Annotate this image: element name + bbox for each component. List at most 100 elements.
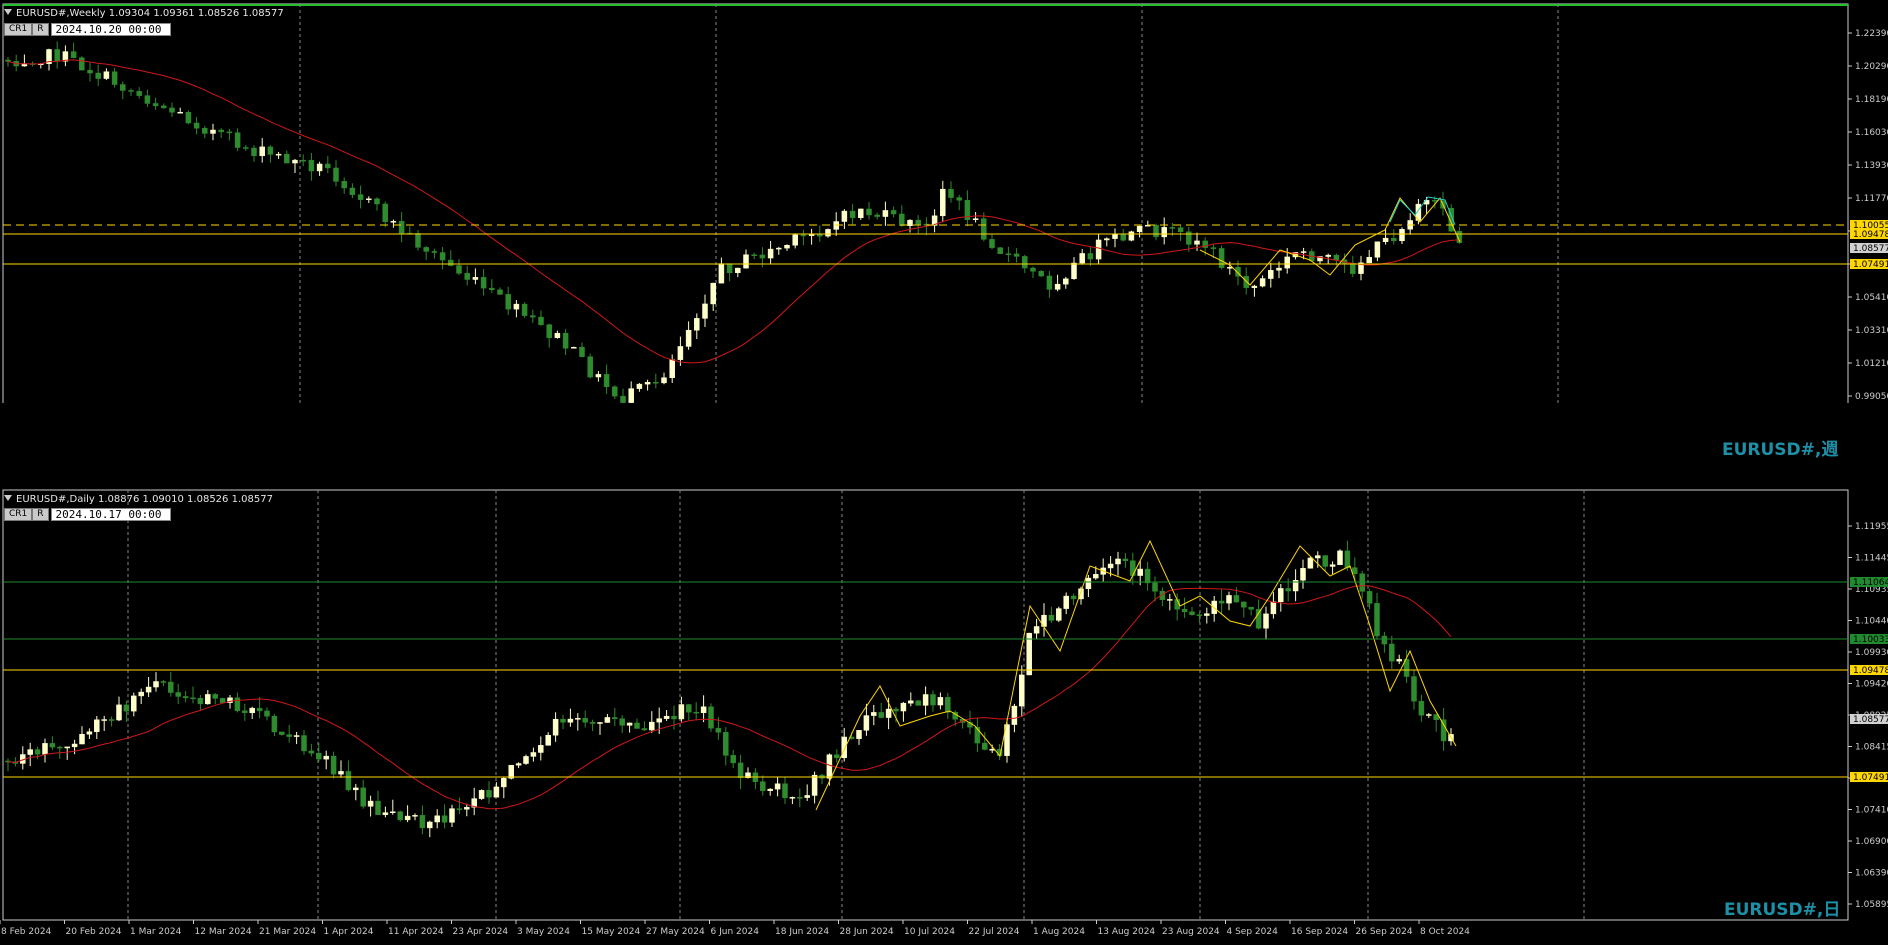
- candle-body: [108, 719, 115, 721]
- candle-body: [71, 743, 78, 748]
- candle-body: [552, 718, 559, 736]
- date-label: 13 Aug 2024: [1098, 927, 1156, 937]
- candle-body: [915, 700, 921, 706]
- daily-date-input[interactable]: 2024.10.17 00:00: [50, 508, 171, 521]
- candle-body: [218, 129, 224, 133]
- candle-body: [686, 704, 692, 713]
- candle-body: [497, 289, 503, 295]
- candle-body: [634, 722, 640, 729]
- candle-body: [382, 812, 389, 815]
- candle-body: [1325, 254, 1331, 257]
- candle-body: [111, 71, 118, 85]
- candle-body: [57, 746, 63, 749]
- candle-body: [641, 728, 648, 731]
- candle-body: [858, 208, 864, 218]
- candle-body: [144, 95, 151, 104]
- candle-body: [554, 332, 561, 339]
- candle-body: [325, 163, 331, 169]
- price-label: 1.01210: [1855, 359, 1888, 369]
- weekly-date-input[interactable]: 2024.10.20 00:00: [50, 23, 171, 36]
- candle-body: [508, 764, 514, 779]
- cr1-button[interactable]: CR1: [4, 23, 33, 36]
- candle-body: [123, 704, 130, 712]
- candle-body: [284, 153, 290, 164]
- candle-body: [893, 708, 899, 712]
- candle-body: [849, 210, 856, 218]
- candle-body: [694, 318, 700, 331]
- candle-body: [360, 787, 366, 807]
- candle-body: [448, 259, 454, 266]
- r-button[interactable]: R: [32, 508, 49, 521]
- candle-body: [1248, 606, 1254, 610]
- candle-body: [404, 815, 411, 821]
- candle-body: [120, 84, 126, 91]
- candle-body: [357, 194, 364, 200]
- candle-body: [1210, 247, 1217, 249]
- candle-body: [915, 219, 921, 225]
- daily-chart-canvas[interactable]: 1.119551.114451.109351.104401.099301.094…: [0, 486, 1888, 945]
- daily-chart-panel[interactable]: 1.119551.114451.109351.104401.099301.094…: [0, 486, 1888, 945]
- candle-body: [937, 697, 944, 706]
- candle-body: [841, 210, 848, 222]
- candle-body: [249, 707, 255, 714]
- candle-body: [575, 718, 581, 720]
- candle-body: [567, 718, 574, 723]
- candle-body: [792, 234, 798, 246]
- candle-body: [863, 715, 870, 731]
- candle-body: [653, 382, 659, 384]
- weekly-chart-panel[interactable]: 1.22390 1.20290 1.18190 1.16030 1.13930 1.117…: [0, 0, 1888, 460]
- candle-body: [808, 234, 815, 236]
- weekly-chart-canvas[interactable]: 1.22390 1.20290 1.18190 1.16030 1.13930 1.117…: [0, 0, 1888, 403]
- candle-body: [530, 315, 536, 318]
- candle-body: [789, 797, 796, 799]
- candle-body: [826, 754, 833, 779]
- candle-body: [784, 244, 790, 249]
- date-label: 11 Apr 2024: [388, 927, 444, 937]
- candle-body: [603, 374, 610, 388]
- candle-body: [293, 735, 300, 737]
- candle-body: [103, 71, 110, 79]
- candle-body: [669, 359, 675, 378]
- candle-body: [1243, 276, 1249, 288]
- candle-body: [397, 811, 403, 821]
- plot-frame: [2, 3, 1849, 403]
- candle-body: [661, 377, 667, 384]
- candle-body: [1276, 267, 1282, 271]
- candle-body: [1189, 611, 1195, 615]
- candle-body: [286, 734, 292, 737]
- r-button[interactable]: R: [32, 23, 49, 36]
- candle-body: [718, 263, 725, 284]
- candle-body: [1071, 262, 1077, 280]
- date-label: 1 Aug 2024: [1033, 927, 1085, 937]
- candle-body: [382, 203, 388, 222]
- candle-body: [1048, 614, 1055, 621]
- candle-body: [349, 187, 356, 195]
- candle-body: [900, 702, 907, 712]
- candle-body: [644, 382, 651, 385]
- candle-body: [456, 808, 463, 810]
- candle-body: [656, 718, 662, 723]
- candle-body: [1227, 267, 1233, 269]
- price-tag: 1.07491: [1853, 773, 1888, 783]
- price-tag: 1.09478: [1853, 666, 1888, 676]
- collapse-triangle-icon[interactable]: [4, 9, 12, 15]
- collapse-triangle-icon[interactable]: [4, 495, 12, 501]
- date-label: 3 May 2024: [517, 927, 570, 937]
- candle-body: [116, 704, 122, 721]
- candle-body: [501, 778, 507, 788]
- candle-body: [834, 754, 840, 759]
- candle-body: [1278, 588, 1284, 602]
- candle-body: [612, 386, 618, 397]
- candle-body: [1063, 595, 1069, 609]
- cr1-button[interactable]: CR1: [4, 508, 33, 521]
- price-label: 1.09420: [1855, 680, 1888, 690]
- candle-body: [1030, 267, 1036, 272]
- candle-body: [776, 247, 782, 250]
- candle-body: [1389, 643, 1395, 662]
- candle-body: [161, 105, 167, 109]
- candle-body: [636, 383, 643, 389]
- candle-body: [871, 712, 877, 716]
- candle-body: [168, 681, 174, 693]
- candle-body: [1085, 577, 1092, 590]
- candle-body: [145, 686, 152, 693]
